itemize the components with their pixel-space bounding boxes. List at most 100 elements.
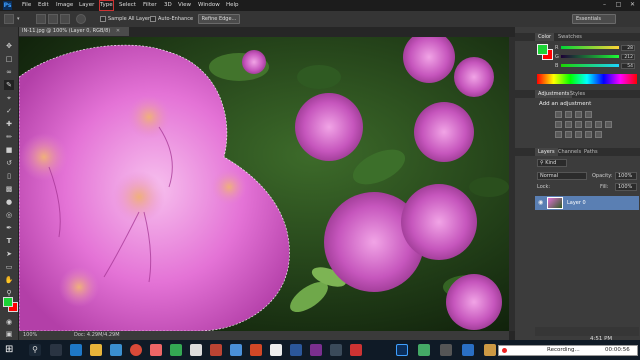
selective-color-icon[interactable] [595, 131, 602, 138]
foreground-color-swatch[interactable] [3, 297, 13, 307]
menu-window[interactable]: Window [198, 1, 220, 10]
app-icon-11[interactable] [418, 344, 430, 356]
hand-tool-icon[interactable]: ✋ [4, 275, 14, 285]
menu-filter[interactable]: Filter [143, 1, 157, 10]
recording-indicator[interactable]: Recording... 00:00:56 [498, 345, 638, 356]
search-icon[interactable]: ⚲ [29, 344, 41, 356]
levels-icon[interactable] [565, 111, 572, 118]
invert-icon[interactable] [555, 131, 562, 138]
layer-kind-filter[interactable]: ⚲ Kind [537, 159, 567, 167]
maximize-icon[interactable]: □ [612, 1, 625, 9]
menu-help[interactable]: Help [226, 1, 239, 10]
tab-channels[interactable]: Channels [555, 148, 584, 156]
exposure-icon[interactable] [585, 111, 592, 118]
app-icon-10[interactable] [350, 344, 362, 356]
add-to-selection-icon[interactable] [48, 14, 58, 24]
healing-brush-tool-icon[interactable]: ✚ [4, 119, 14, 129]
file-explorer-icon[interactable] [90, 344, 102, 356]
menu-file[interactable]: File [22, 1, 31, 10]
hue-saturation-icon[interactable] [565, 121, 572, 128]
shape-tool-icon[interactable]: ▭ [4, 262, 14, 272]
minimize-icon[interactable]: – [598, 1, 611, 9]
clone-stamp-tool-icon[interactable]: ■ [4, 145, 14, 155]
opacity-input[interactable]: 100% [615, 172, 637, 180]
lasso-tool-icon[interactable]: ∞ [4, 67, 14, 77]
document-canvas[interactable] [19, 37, 509, 331]
quick-mask-icon[interactable]: ◉ [4, 317, 14, 327]
store-icon[interactable] [110, 344, 122, 356]
dodge-tool-icon[interactable]: ◎ [4, 210, 14, 220]
green-channel-slider[interactable] [561, 55, 619, 58]
tab-swatches[interactable]: Swatches [555, 33, 585, 41]
screen-mode-icon[interactable]: ▣ [4, 329, 14, 339]
menu-view[interactable]: View [178, 1, 191, 10]
path-selection-tool-icon[interactable]: ➤ [4, 249, 14, 259]
workspace-select[interactable]: Essentials [572, 14, 616, 24]
blue-channel-slider[interactable] [561, 64, 619, 67]
photoshop-taskbar-icon[interactable] [396, 344, 408, 356]
menu-select[interactable]: Select [119, 1, 136, 10]
move-tool-icon[interactable]: ✥ [4, 41, 14, 51]
chrome-icon[interactable] [130, 344, 142, 356]
subtract-from-selection-icon[interactable] [60, 14, 70, 24]
brightness-contrast-icon[interactable] [555, 111, 562, 118]
blue-channel-value[interactable]: 54 [621, 63, 635, 69]
eye-icon[interactable]: ◉ [538, 199, 543, 206]
app-icon-4[interactable] [210, 344, 222, 356]
color-panel-foreground-swatch[interactable] [537, 44, 548, 55]
brush-tool-icon[interactable]: ✏ [4, 132, 14, 142]
app-icon-13[interactable] [462, 344, 474, 356]
app-icon-8[interactable] [290, 344, 302, 356]
layer-name[interactable]: Layer 0 [567, 200, 586, 206]
eyedropper-tool-icon[interactable]: ✓ [4, 106, 14, 116]
zoom-level[interactable]: 100% [23, 331, 37, 340]
document-tab[interactable]: IN-11.jpg @ 100% (Layer 0, RGB/8) ✕ [19, 27, 129, 36]
black-white-icon[interactable] [585, 121, 592, 128]
channel-mixer-icon[interactable] [605, 121, 612, 128]
vibrance-icon[interactable] [555, 121, 562, 128]
gradient-map-icon[interactable] [585, 131, 592, 138]
refine-edge-button[interactable]: Refine Edge... [198, 14, 240, 24]
layer-row[interactable]: ◉ Layer 0 [535, 196, 639, 210]
app-icon-6[interactable] [250, 344, 262, 356]
posterize-icon[interactable] [565, 131, 572, 138]
eraser-tool-icon[interactable]: ▯ [4, 171, 14, 181]
history-brush-tool-icon[interactable]: ↺ [4, 158, 14, 168]
blend-mode-select[interactable]: Normal [537, 172, 587, 180]
menu-type[interactable]: Type [99, 0, 114, 11]
menu-layer[interactable]: Layer [79, 1, 94, 10]
green-channel-value[interactable]: 212 [621, 54, 635, 60]
clock-time[interactable]: 4:51 PM [590, 336, 612, 342]
tab-paths[interactable]: Paths [581, 148, 601, 156]
menu-3d[interactable]: 3D [164, 1, 172, 10]
premiere-icon[interactable] [310, 344, 322, 356]
app-icon-3[interactable] [190, 344, 202, 356]
red-channel-slider[interactable] [561, 46, 619, 49]
menu-edit[interactable]: Edit [38, 1, 49, 10]
auto-enhance-checkbox[interactable] [150, 16, 156, 22]
app-icon-7[interactable] [270, 344, 282, 356]
color-balance-icon[interactable] [575, 121, 582, 128]
menu-image[interactable]: Image [56, 1, 73, 10]
new-selection-icon[interactable] [36, 14, 46, 24]
close-icon[interactable]: ✕ [626, 1, 639, 9]
fill-input[interactable]: 100% [615, 183, 637, 191]
app-icon-9[interactable] [330, 344, 342, 356]
color-spectrum-ramp[interactable] [537, 74, 637, 84]
edge-browser-icon[interactable] [70, 344, 82, 356]
app-icon-5[interactable] [230, 344, 242, 356]
type-tool-icon[interactable]: T [4, 236, 14, 246]
quick-selection-tool-icon[interactable] [4, 14, 14, 24]
tab-styles[interactable]: Styles [567, 90, 588, 98]
gradient-tool-icon[interactable]: ▩ [4, 184, 14, 194]
windows-start-icon[interactable]: ⊞ [5, 344, 17, 356]
quick-selection-tool-icon[interactable]: ✎ [4, 80, 14, 90]
curves-icon[interactable] [575, 111, 582, 118]
app-icon-14[interactable] [484, 344, 496, 356]
pen-tool-icon[interactable]: ✒ [4, 223, 14, 233]
tab-color[interactable]: Color [535, 33, 555, 41]
sample-all-layers-checkbox[interactable] [100, 16, 106, 22]
blur-tool-icon[interactable]: ● [4, 197, 14, 207]
crop-tool-icon[interactable]: ⌖ [4, 93, 14, 103]
close-document-icon[interactable]: ✕ [116, 28, 120, 34]
